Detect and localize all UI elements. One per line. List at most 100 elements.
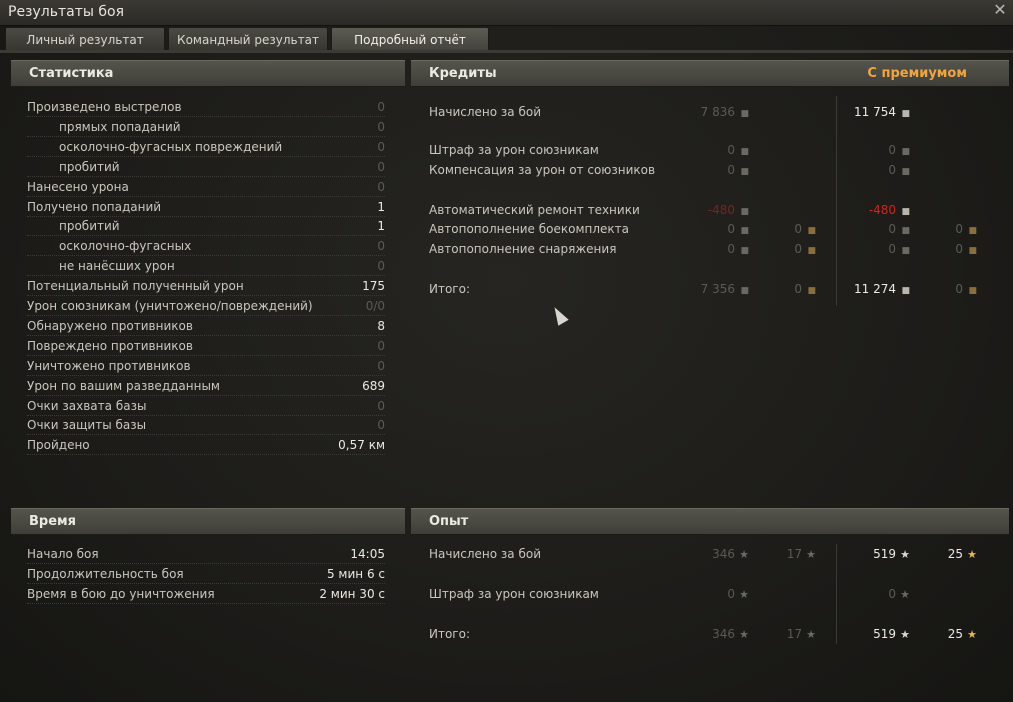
tab-detailed-report[interactable]: Подробный отчёт xyxy=(331,27,489,51)
credit-coin-icon: ■ xyxy=(901,246,910,256)
credit-coin-icon: ■ xyxy=(901,109,910,119)
credits-header: Кредиты С премиумом xyxy=(411,60,1009,87)
gold-standard: 0 ■ xyxy=(794,222,816,236)
gold-coin-icon: ■ xyxy=(968,226,977,236)
xp-premium: 0 ★ xyxy=(888,587,910,601)
xp-standard-value: 0 xyxy=(727,587,735,601)
xp-star-icon: ★ xyxy=(739,548,749,561)
gold-coin-icon: ■ xyxy=(968,246,977,256)
stats-header: Статистика xyxy=(11,60,405,87)
window-title: Результаты боя xyxy=(8,4,124,20)
credits-premium-value: 0 xyxy=(888,143,896,157)
free-xp-premium: 25 ★ xyxy=(948,547,977,561)
stat-label: Нанесено урона xyxy=(27,179,129,194)
credit-label: Автоматический ремонт техники xyxy=(429,203,640,217)
stat-label: осколочно-фугасных xyxy=(59,239,192,254)
credits-standard: 0 ■ xyxy=(727,143,749,157)
stat-value: 0 xyxy=(377,239,385,254)
credit-row: Автопополнение боекомплекта 0 ■ 0 ■ 0 ■ 0 ■ xyxy=(429,220,989,240)
xp-premium-value: 519 xyxy=(873,627,896,641)
credit-label: Автопополнение боекомплекта xyxy=(429,222,629,236)
xp-premium: 519 ★ xyxy=(873,547,910,561)
stat-value: 689 xyxy=(362,378,385,393)
row-divider xyxy=(27,116,385,117)
xp-premium: 519 ★ xyxy=(873,627,910,641)
xp-label: Штраф за урон союзникам xyxy=(429,587,599,601)
credits-premium-value: 0 xyxy=(888,242,896,256)
stat-value: 1 xyxy=(377,199,385,214)
free-xp-standard-value: 17 xyxy=(786,547,802,561)
stat-row: прямых попаданий 0 xyxy=(27,118,385,138)
credits-standard: -480 ■ xyxy=(708,203,749,217)
row-divider xyxy=(27,215,385,217)
stat-row: Очки захвата базы 0 xyxy=(27,397,385,417)
credit-coin-icon: ■ xyxy=(740,109,749,119)
credit-label: Компенсация за урон от союзников xyxy=(429,163,656,177)
stat-row: не нанёсших урон 0 xyxy=(27,257,385,277)
gold-standard-value: 0 xyxy=(794,242,802,256)
stat-label: Очки захвата базы xyxy=(27,398,147,413)
time-label: Продолжительность боя xyxy=(27,567,184,581)
xp-row: Штраф за урон союзникам 0 ★ 0 ★ xyxy=(429,585,989,605)
xp-premium-value: 0 xyxy=(888,587,896,601)
stat-label: Обнаружено противников xyxy=(27,318,193,333)
time-row: Продолжительность боя 5 мин 6 с xyxy=(27,565,385,585)
stat-value: 1 xyxy=(377,219,385,234)
credit-coin-icon: ■ xyxy=(740,226,749,236)
xp-star-icon: ★ xyxy=(739,588,749,601)
tab-team-result[interactable]: Командный результат xyxy=(168,27,328,51)
credits-premium-value: 0 xyxy=(888,163,896,177)
stat-label: пробитий xyxy=(59,219,120,234)
gold-standard-value: 0 xyxy=(794,222,802,236)
close-icon[interactable]: ✕ xyxy=(991,1,1009,19)
credit-coin-icon: ■ xyxy=(901,167,910,177)
gold-premium: 0 ■ xyxy=(955,242,977,256)
xp-label: Итого: xyxy=(429,627,470,641)
credit-row: Автоматический ремонт техники -480 ■ -480 ■ xyxy=(429,201,989,221)
gold-standard-value: 0 xyxy=(794,282,802,296)
stat-value: 0 xyxy=(377,159,385,174)
mouse-cursor xyxy=(549,304,569,326)
row-divider xyxy=(27,583,385,584)
credits-premium: 0 ■ xyxy=(888,242,910,256)
free-xp-standard: 17 ★ xyxy=(787,547,816,561)
stat-value: 0 xyxy=(377,179,385,194)
row-divider xyxy=(27,354,385,356)
credits-standard: 7 356 ■ xyxy=(701,282,749,296)
stat-label: Уничтожено противников xyxy=(27,358,191,373)
row-divider xyxy=(27,135,385,137)
stat-label: осколочно-фугасных повреждений xyxy=(59,139,283,154)
credits-standard: 7 836 ■ xyxy=(701,105,749,119)
tab-underline xyxy=(0,50,1013,53)
row-divider xyxy=(27,235,385,237)
time-row: Начало боя 14:05 xyxy=(27,545,385,565)
stat-value: 175 xyxy=(362,279,385,294)
stat-value: 0/0 xyxy=(365,299,385,313)
stat-value: 0 xyxy=(377,358,385,373)
credit-coin-icon: ■ xyxy=(901,147,910,157)
free-xp-premium: 25 ★ xyxy=(948,627,977,641)
premium-label: С премиумом xyxy=(867,66,967,81)
free-xp-standard-value: 17 xyxy=(786,627,802,641)
stat-label: прямых попаданий xyxy=(59,119,181,134)
time-row: Время в бою до уничтожения 2 мин 30 с xyxy=(27,585,385,605)
free-xp-star-icon: ★ xyxy=(806,628,816,641)
stat-row: Очки защиты базы 0 xyxy=(27,416,385,436)
stat-row: Обнаружено противников 8 xyxy=(27,317,385,337)
credits-standard-value: 0 xyxy=(727,242,735,256)
credit-row: Начислено за бой 7 836 ■ 11 754 ■ xyxy=(429,103,989,123)
gold-premium-value: 0 xyxy=(955,242,963,256)
free-xp-star-icon: ★ xyxy=(967,548,977,561)
stat-value: 8 xyxy=(377,318,385,333)
stat-value: 0 xyxy=(377,418,385,433)
xp-standard: 0 ★ xyxy=(727,587,749,601)
stat-row: Урон по вашим разведданным 689 xyxy=(27,377,385,397)
row-divider xyxy=(27,195,385,197)
free-xp-premium-value: 25 xyxy=(947,547,963,561)
stats-title: Статистика xyxy=(29,66,114,81)
stat-row: пробитий 0 xyxy=(27,158,385,178)
credits-standard-value: 7 356 xyxy=(700,282,735,296)
tab-personal-result[interactable]: Личный результат xyxy=(5,27,165,51)
xp-header: Опыт xyxy=(411,508,1009,535)
stat-row: Потенциальный полученный урон 175 xyxy=(27,277,385,297)
